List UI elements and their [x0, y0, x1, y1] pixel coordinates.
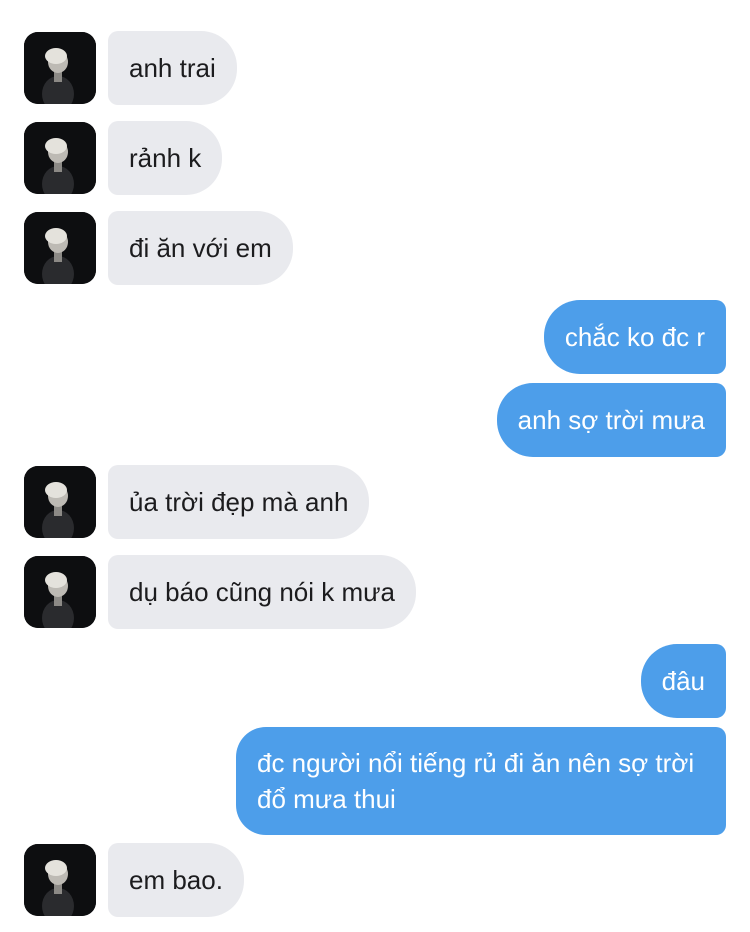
message-row-outgoing: chắc ko đc r — [0, 300, 750, 374]
message-row-incoming: anh trai — [0, 31, 750, 105]
message-row-incoming: đi ăn với em — [0, 211, 750, 285]
message-bubble-incoming[interactable]: dụ báo cũng nói k mưa — [108, 555, 417, 629]
message-bubble-incoming[interactable]: ủa trời đẹp mà anh — [108, 465, 370, 539]
contact-avatar-icon[interactable] — [24, 466, 96, 538]
contact-avatar-icon[interactable] — [24, 212, 96, 284]
message-bubble-outgoing[interactable]: anh sợ trời mưa — [496, 383, 726, 457]
message-bubble-incoming[interactable]: em bao. — [108, 843, 244, 917]
contact-avatar-icon[interactable] — [24, 32, 96, 104]
message-bubble-incoming[interactable]: rảnh k — [108, 121, 223, 195]
message-row-outgoing: anh sợ trời mưa — [0, 383, 750, 457]
contact-avatar-icon[interactable] — [24, 556, 96, 628]
message-row-outgoing: đâu — [0, 644, 750, 718]
message-row-incoming: dụ báo cũng nói k mưa — [0, 555, 750, 629]
message-bubble-outgoing[interactable]: chắc ko đc r — [543, 300, 726, 374]
message-row-incoming: rảnh k — [0, 121, 750, 195]
message-row-incoming: ủa trời đẹp mà anh — [0, 465, 750, 539]
message-row-incoming: em bao. — [0, 843, 750, 917]
message-bubble-incoming[interactable]: anh trai — [108, 31, 237, 105]
contact-avatar-icon[interactable] — [24, 122, 96, 194]
message-bubble-incoming[interactable]: đi ăn với em — [108, 211, 293, 285]
message-bubble-outgoing[interactable]: đâu — [640, 644, 726, 718]
contact-avatar-icon[interactable] — [24, 844, 96, 916]
message-bubble-outgoing[interactable]: đc người nổi tiếng rủ đi ăn nên sợ trời … — [236, 727, 726, 835]
message-row-outgoing: đc người nổi tiếng rủ đi ăn nên sợ trời … — [0, 727, 750, 835]
